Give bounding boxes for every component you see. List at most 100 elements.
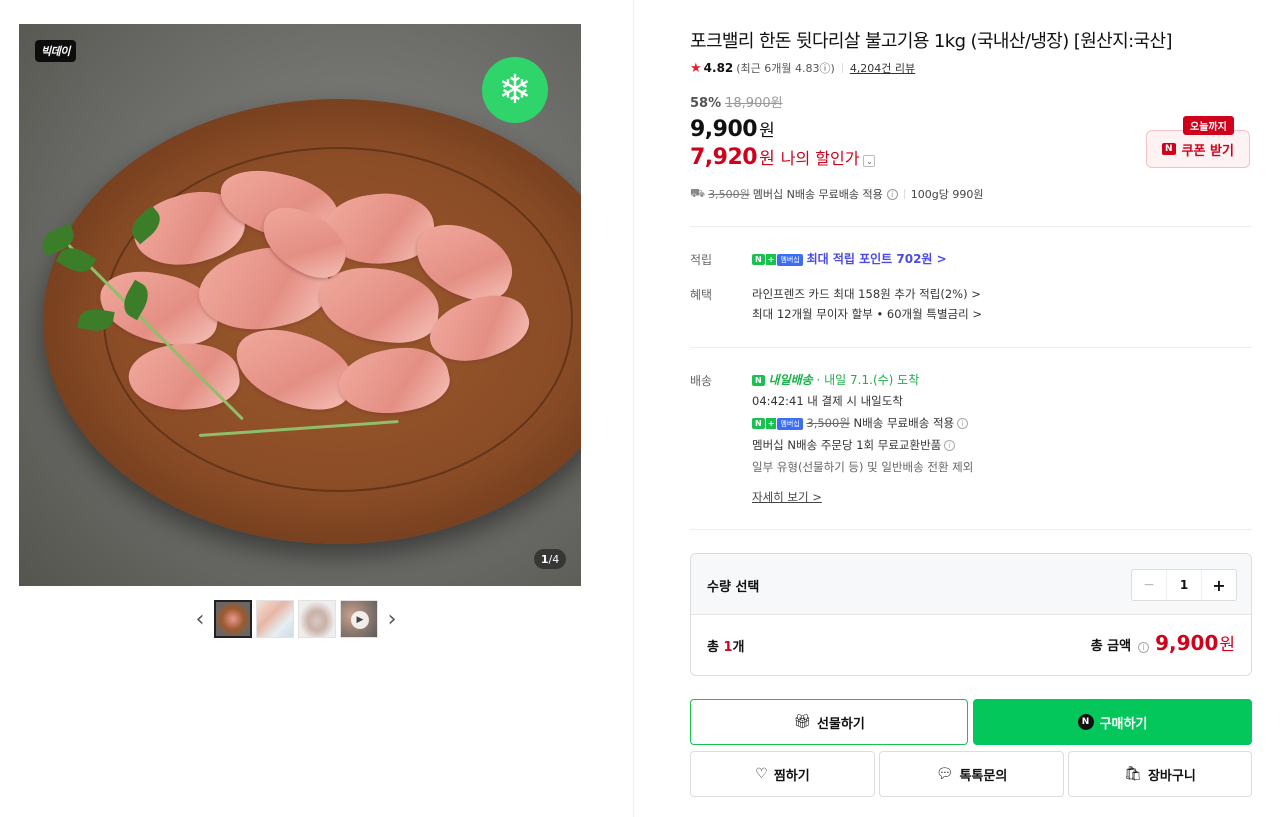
rating-row: ★ 4.82 (최근 6개월 4.83ⓘ) 4,204건 리뷰 xyxy=(690,60,915,76)
naver-n-icon: N xyxy=(752,375,765,386)
divider xyxy=(690,347,1252,348)
truck-icon: ⛟ xyxy=(690,186,706,200)
delivery-label: 배송 xyxy=(690,374,713,388)
free-return-text: 멤버십 N배송 주문당 1회 무료교환반품 xyxy=(752,438,942,452)
original-price: 18,900원 xyxy=(725,96,783,111)
sale-price: 9,900 원 xyxy=(690,116,775,142)
buy-button-label: 구매하기 xyxy=(1099,716,1148,732)
quantity-panel: 수량 선택 − 1 + 총 1개 총 금액 i 9,900 원 xyxy=(690,553,1252,676)
star-icon: ★ xyxy=(690,60,702,76)
points-row[interactable]: N + 멤버십 최대 적립 포인트 702원 > xyxy=(752,250,947,267)
talktalk-button-label: 톡톡문의 xyxy=(959,768,1008,784)
info-icon[interactable]: i xyxy=(944,440,956,451)
chevron-down-icon[interactable]: ⌄ xyxy=(863,155,876,167)
total-amount-unit: 원 xyxy=(1219,635,1235,655)
chat-bubble-icon: 💬︎ xyxy=(935,766,954,782)
wishlist-button-label: 찜하기 xyxy=(773,768,810,784)
gift-icon: 🎁︎ xyxy=(793,714,811,730)
thumbnail-3[interactable] xyxy=(298,600,336,638)
delivery-details-link[interactable]: 자세히 보기 > xyxy=(752,489,822,505)
total-count-number: 1 xyxy=(723,640,733,655)
shopping-bag-icon: 🛍︎ xyxy=(1124,766,1142,782)
membership-badge: 멤버십 xyxy=(777,417,803,430)
total-count-prefix: 총 xyxy=(707,640,724,655)
membership-shipping-text: N배송 무료배송 적용 xyxy=(849,416,955,430)
discount-percent: 58% xyxy=(690,96,722,111)
my-price-label: 나의 할인가 xyxy=(780,149,860,168)
talktalk-inquiry-button[interactable]: 💬︎ 톡톡문의 xyxy=(879,751,1064,797)
divider xyxy=(690,529,1252,530)
divider xyxy=(690,226,1252,227)
review-count-link[interactable]: 4,204건 리뷰 xyxy=(850,60,915,76)
plus-icon: + xyxy=(765,254,777,265)
naver-n-icon: N xyxy=(1162,143,1176,155)
total-count-suffix: 개 xyxy=(732,640,745,655)
thumbnail-strip: ‹ ▶ › xyxy=(190,600,402,638)
max-points-text: 최대 적립 포인트 702원 > xyxy=(806,252,947,266)
my-price-unit: 원 xyxy=(759,149,775,169)
installment-benefit-link[interactable]: 최대 12개월 무이자 할부 • 60개월 특별금리 > xyxy=(752,306,982,322)
gift-button[interactable]: 🎁︎ 선물하기 xyxy=(690,699,968,745)
points-label: 적립 xyxy=(690,253,713,267)
image-counter: 1/4 xyxy=(534,549,566,569)
shipping-fee-strike: 3,500원 xyxy=(806,416,850,430)
shipping-fee-strike: 3,500원 xyxy=(708,188,750,201)
buy-button[interactable]: N 구매하기 xyxy=(973,699,1252,745)
info-icon[interactable]: i xyxy=(886,188,898,200)
arrival-date: · 내일 7.1.(수) 도착 xyxy=(812,373,920,387)
benefit-label: 혜택 xyxy=(690,288,713,302)
product-gallery: 빅데이 ❄ 1/4 ‹ ▶ › xyxy=(0,0,634,817)
rating-recent: (최근 6개월 4.83ⓘ) xyxy=(736,62,835,75)
rating-score: 4.82 xyxy=(703,61,734,75)
quantity-plus-button[interactable]: + xyxy=(1202,570,1236,600)
gift-button-label: 선물하기 xyxy=(816,716,865,732)
next-thumbnail-arrow-icon[interactable]: › xyxy=(382,600,402,638)
discount-row: 58% 18,900원 xyxy=(690,92,783,111)
naver-n-icon: N xyxy=(752,254,765,265)
my-discount-price[interactable]: 7,920 원 나의 할인가 ⌄ xyxy=(690,144,876,170)
info-icon[interactable]: i xyxy=(957,418,969,429)
quantity-value[interactable]: 1 xyxy=(1167,570,1202,600)
counter-current: 1 xyxy=(540,552,549,566)
total-amount: 총 금액 i 9,900 원 xyxy=(1091,630,1235,655)
thumbnail-4-video[interactable]: ▶ xyxy=(340,600,378,638)
prev-thumbnail-arrow-icon[interactable]: ‹ xyxy=(190,600,210,638)
plus-icon: + xyxy=(765,418,777,429)
shipping-summary: ⛟ 3,500원 멤버십 N배송 무료배송 적용 i 100g당 990원 xyxy=(690,186,984,202)
heart-icon: ♡ xyxy=(755,766,768,782)
total-count: 총 1개 xyxy=(707,636,745,655)
main-product-image[interactable]: 빅데이 ❄ 1/4 xyxy=(19,24,581,586)
exclusion-note: 일부 유형(선물하기 등) 및 일반배송 전환 제외 xyxy=(752,460,974,474)
naver-pay-icon: N xyxy=(1077,714,1094,730)
my-price-number: 7,920 xyxy=(690,145,758,170)
coupon-button[interactable]: N 쿠폰 받기 xyxy=(1146,130,1250,168)
sale-price-unit: 원 xyxy=(759,121,775,141)
membership-shipping-row: N + 멤버십 3,500원 N배송 무료배송 적용 i xyxy=(752,415,969,431)
product-title: 포크밸리 한돈 뒷다리살 불고기용 1kg (국내산/냉장) [원산지:국산] xyxy=(690,31,1172,52)
tomorrow-delivery-badge: 내일배송 xyxy=(768,373,813,387)
cart-button[interactable]: 🛍︎ 장바구니 xyxy=(1068,751,1252,797)
delivery-row: N 내일배송 · 내일 7.1.(수) 도착 xyxy=(752,371,919,388)
quantity-stepper: − 1 + xyxy=(1131,569,1237,601)
cart-button-label: 장바구니 xyxy=(1147,768,1196,784)
card-benefit-link[interactable]: 라인프렌즈 카드 최대 158원 추가 적립(2%) > xyxy=(752,286,981,302)
coupon-button-label: 쿠폰 받기 xyxy=(1181,143,1234,159)
total-amount-number: 9,900 xyxy=(1155,631,1219,655)
free-return-row: 멤버십 N배송 주문당 1회 무료교환반품 i xyxy=(752,437,956,453)
total-amount-label: 총 금액 xyxy=(1090,639,1132,654)
coupon-deadline-tag: 오늘까지 xyxy=(1183,116,1234,135)
shipping-summary-text: 멤버십 N배송 무료배송 적용 xyxy=(752,188,883,201)
counter-total: 4 xyxy=(552,552,560,566)
snowflake-icon: ❄ xyxy=(482,57,548,123)
sale-price-number: 9,900 xyxy=(690,117,758,142)
quantity-minus-button[interactable]: − xyxy=(1132,570,1167,600)
thumbnail-2[interactable] xyxy=(256,600,294,638)
naver-n-icon: N xyxy=(752,418,765,429)
info-icon[interactable]: i xyxy=(1138,642,1150,653)
order-deadline: 04:42:41 내 결제 시 내일도착 xyxy=(752,394,903,408)
play-icon: ▶ xyxy=(351,611,369,629)
membership-badge: 멤버십 xyxy=(777,253,803,266)
wishlist-button[interactable]: ♡ 찜하기 xyxy=(690,751,875,797)
thumbnail-1[interactable] xyxy=(214,600,252,638)
quantity-label: 수량 선택 xyxy=(707,580,760,595)
